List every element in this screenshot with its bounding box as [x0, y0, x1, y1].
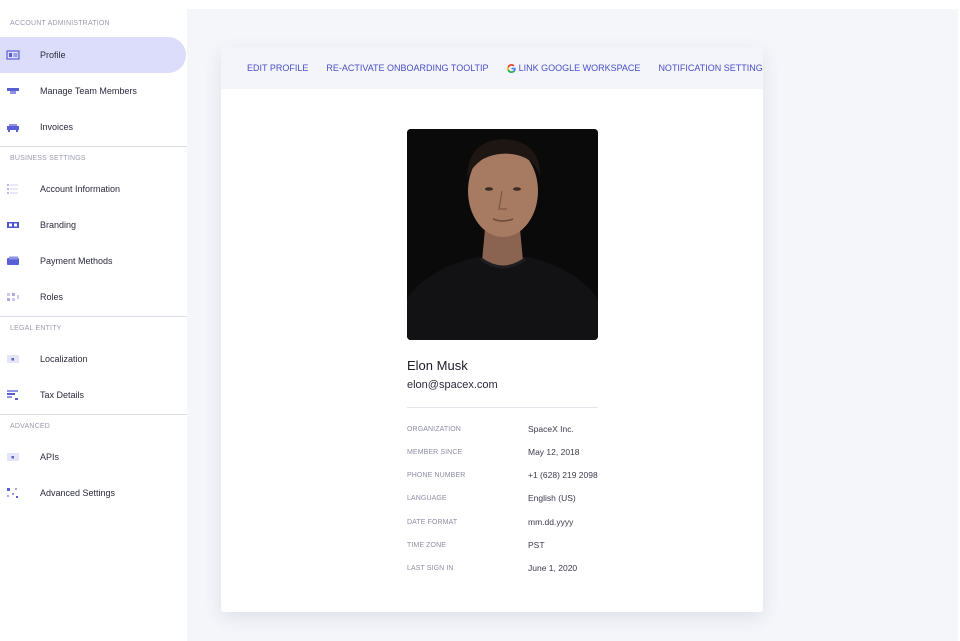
- sidebar-item-label: Manage Team Members: [40, 86, 137, 96]
- sidebar-item-label: Branding: [40, 220, 77, 230]
- detail-label: LAST SIGN IN: [407, 564, 454, 572]
- card-toolbar: EDIT PROFILE RE-ACTIVATE ONBOARDING TOOL…: [221, 47, 763, 89]
- sidebar-item-invoices[interactable]: Invoices: [0, 109, 186, 145]
- detail-label: ORGANIZATION: [407, 425, 461, 433]
- section-title-account-administration: ACCOUNT ADMINISTRATION: [10, 20, 110, 27]
- google-icon: [506, 63, 516, 73]
- sidebar-item-label: Advanced Settings: [40, 488, 116, 498]
- list-icon: [6, 183, 20, 195]
- localization-icon: [6, 353, 20, 365]
- detail-label: DATE FORMAT: [407, 518, 458, 526]
- tax-icon: [6, 389, 20, 401]
- profile-card: EDIT PROFILE RE-ACTIVATE ONBOARDING TOOL…: [221, 47, 763, 612]
- reactivate-onboarding-tooltip-link[interactable]: RE-ACTIVATE ONBOARDING TOOLTIP: [326, 63, 488, 73]
- profile-email: elon@spacex.com: [407, 379, 498, 391]
- detail-row-last-sign-in: LAST SIGN IN June 1, 2020: [407, 561, 627, 575]
- sidebar-item-label: Invoices: [40, 122, 74, 132]
- sidebar-item-label: Roles: [40, 292, 64, 302]
- invoice-icon: [6, 121, 20, 133]
- detail-row-member-since: MEMBER SINCE May 12, 2018: [407, 445, 627, 459]
- detail-value: mm.dd.yyyy: [528, 517, 574, 527]
- sidebar-item-apis[interactable]: APIs: [0, 439, 186, 475]
- sidebar-item-advanced-settings[interactable]: Advanced Settings: [0, 475, 186, 511]
- detail-row-phone-number: PHONE NUMBER +1 (628) 219 2098: [407, 468, 627, 482]
- sidebar-item-roles[interactable]: Roles: [0, 279, 186, 315]
- sidebar-item-label: Account Information: [40, 184, 121, 194]
- link-google-workspace-link[interactable]: LINK GOOGLE WORKSPACE: [506, 63, 641, 73]
- profile-photo: [407, 129, 598, 340]
- detail-label: LANGUAGE: [407, 494, 447, 502]
- detail-value: SpaceX Inc.: [528, 424, 574, 434]
- roles-icon: [6, 291, 20, 303]
- detail-value: PST: [528, 540, 545, 550]
- advanced-settings-icon: [6, 487, 20, 499]
- detail-value: English (US): [528, 493, 576, 503]
- profile-name: Elon Musk: [407, 358, 468, 373]
- detail-label: PHONE NUMBER: [407, 471, 466, 479]
- profile-icon: [6, 49, 20, 61]
- section-title-legal-entity: LEGAL ENTITY: [10, 325, 62, 332]
- team-icon: [6, 85, 20, 97]
- sidebar-item-label: APIs: [40, 452, 60, 462]
- detail-value: June 1, 2020: [528, 563, 578, 573]
- sidebar-item-label: Tax Details: [40, 390, 85, 400]
- sidebar-item-manage-team-members[interactable]: Manage Team Members: [0, 73, 186, 109]
- card-icon: [6, 255, 20, 267]
- sidebar-item-tax-details[interactable]: Tax Details: [0, 377, 186, 413]
- notification-settings-link[interactable]: NOTIFICATION SETTINGS: [658, 63, 763, 73]
- detail-row-language: LANGUAGE English (US): [407, 491, 627, 505]
- detail-row-date-format: DATE FORMAT mm.dd.yyyy: [407, 515, 627, 529]
- sidebar: ACCOUNT ADMINISTRATION Profile Manage Te…: [0, 0, 187, 641]
- detail-row-time-zone: TIME ZONE PST: [407, 538, 627, 552]
- sidebar-item-payment-methods[interactable]: Payment Methods: [0, 243, 186, 279]
- api-icon: [6, 451, 20, 463]
- sidebar-item-account-information[interactable]: Account Information: [0, 171, 186, 207]
- branding-icon: [6, 219, 20, 231]
- sidebar-item-profile[interactable]: Profile: [0, 37, 186, 73]
- link-google-workspace-label: LINK GOOGLE WORKSPACE: [518, 63, 641, 73]
- detail-label: TIME ZONE: [407, 541, 447, 549]
- top-band: [187, 0, 960, 9]
- info-divider: [407, 407, 598, 408]
- detail-row-organization: ORGANIZATION SpaceX Inc.: [407, 422, 627, 436]
- sidebar-item-localization[interactable]: Localization: [0, 341, 186, 377]
- section-title-business-settings: BUSINESS SETTINGS: [10, 155, 86, 162]
- sidebar-item-label: Profile: [40, 50, 66, 60]
- sidebar-item-label: Localization: [40, 354, 88, 364]
- section-title-advanced: ADVANCED: [10, 423, 50, 430]
- detail-label: MEMBER SINCE: [407, 448, 463, 456]
- detail-value: +1 (628) 219 2098: [528, 470, 598, 480]
- sidebar-item-branding[interactable]: Branding: [0, 207, 186, 243]
- detail-value: May 12, 2018: [528, 447, 580, 457]
- edit-profile-link[interactable]: EDIT PROFILE: [247, 63, 308, 73]
- sidebar-item-label: Payment Methods: [40, 256, 113, 266]
